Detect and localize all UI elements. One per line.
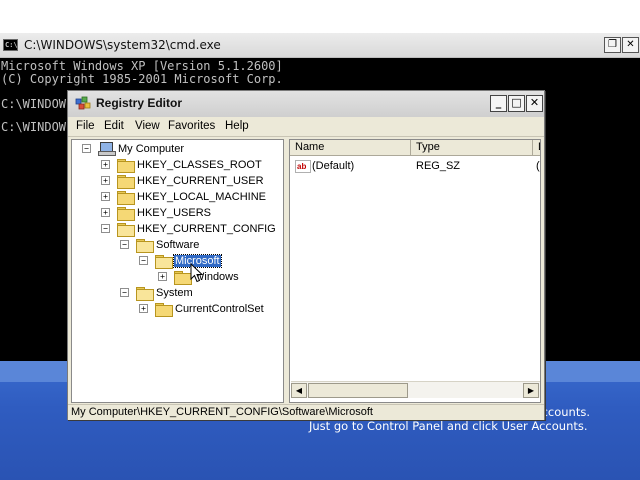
tree-node-label: HKEY_CURRENT_USER [137,174,264,187]
open-folder-icon [117,222,135,237]
value-name: (Default) [312,160,355,172]
folder-icon [117,158,135,173]
tree-node-hkey-current-config[interactable]: − HKEY_CURRENT_CONFIG [101,221,277,237]
menu-help[interactable]: Help [225,120,249,132]
column-header-data[interactable]: D [533,140,540,156]
open-folder-icon [136,286,154,301]
cmd-restore-button[interactable]: ❐ [604,37,621,53]
tree-node-system[interactable]: − System [120,285,194,301]
tree-node-label: HKEY_LOCAL_MACHINE [137,190,266,203]
maximize-button[interactable]: □ [508,95,525,112]
console-prompt: C:\WINDOW [1,120,67,134]
regedit-titlebar[interactable]: Registry Editor _ □ ✕ [68,91,544,117]
collapse-toggle[interactable]: − [120,240,129,249]
tree-node-label: HKEY_CURRENT_CONFIG [137,222,276,235]
cmd-window-title: C:\WINDOWS\system32\cmd.exe [24,38,221,52]
registry-icon [75,96,91,110]
menu-view[interactable]: View [135,120,160,132]
menu-file[interactable]: File [76,120,95,132]
tree-node-currentcontrolset[interactable]: + CurrentControlSet [139,301,265,317]
values-list[interactable]: Name Type D ab (Default) REG_SZ ( ◀ ▶ [289,139,541,403]
folder-icon [155,302,173,317]
tree-node-label: My Computer [118,142,185,155]
expand-toggle[interactable]: + [101,176,110,185]
regedit-window-title: Registry Editor [96,96,183,110]
registry-editor-window[interactable]: Registry Editor _ □ ✕ File Edit View Fav… [67,90,545,420]
tree-node-label: HKEY_CLASSES_ROOT [137,158,262,171]
menu-edit[interactable]: Edit [104,120,124,132]
tree-node-label: HKEY_USERS [137,206,211,219]
tree-node-my-computer[interactable]: − My Computer [82,141,185,156]
cmd-close-button[interactable]: ✕ [622,37,639,53]
cmd-titlebar[interactable]: C:\ C:\WINDOWS\system32\cmd.exe ❐ ✕ [0,33,640,58]
folder-icon [117,190,135,205]
computer-icon [98,142,116,156]
expand-toggle[interactable]: + [101,208,110,217]
column-header-name[interactable]: Name [290,140,411,156]
menu-favorites[interactable]: Favorites [168,120,215,132]
collapse-toggle[interactable]: − [120,288,129,297]
balloon-line-2: Just go to Control Panel and click User … [309,419,588,433]
tree-node-hkey-local-machine[interactable]: + HKEY_LOCAL_MACHINE [101,189,267,205]
tree-node-microsoft[interactable]: − Microsoft [139,253,222,269]
tree-node-label: CurrentControlSet [175,302,264,315]
expand-toggle[interactable]: + [101,160,110,169]
horizontal-scrollbar[interactable]: ◀ ▶ [291,381,540,398]
registry-tree[interactable]: − My Computer + HKEY_CLASSES_ROOT + HKEY… [71,139,284,403]
menubar: File Edit View Favorites Help [68,117,544,137]
folder-icon [174,270,192,285]
collapse-toggle[interactable]: − [82,144,91,153]
tree-node-hkey-users[interactable]: + HKEY_USERS [101,205,212,221]
folder-icon [117,174,135,189]
tree-node-label: System [156,286,193,299]
collapse-toggle[interactable]: − [139,256,148,265]
console-prompt: C:\WINDOW [1,97,67,111]
folder-icon [117,206,135,221]
console-line: (C) Copyright 1985-2001 Microsoft Corp. [1,72,283,86]
tree-node-software[interactable]: − Software [120,237,200,253]
value-data: ( [536,160,540,172]
scroll-left-button[interactable]: ◀ [291,383,307,398]
collapse-toggle[interactable]: − [101,224,110,233]
scroll-thumb[interactable] [308,383,408,398]
minimize-button[interactable]: _ [490,95,507,112]
close-button[interactable]: ✕ [526,95,543,112]
expand-toggle[interactable]: + [101,192,110,201]
scroll-right-button[interactable]: ▶ [523,383,539,398]
cmd-icon: C:\ [3,39,18,51]
value-type: REG_SZ [416,160,461,172]
mouse-pointer-icon [190,263,204,283]
open-folder-icon [155,254,173,269]
tree-node-hkey-classes-root[interactable]: + HKEY_CLASSES_ROOT [101,157,263,173]
expand-toggle[interactable]: + [158,272,167,281]
status-bar: My Computer\HKEY_CURRENT_CONFIG\Software… [68,404,544,420]
expand-toggle[interactable]: + [139,304,148,313]
value-row[interactable]: ab (Default) REG_SZ ( [290,159,540,174]
open-folder-icon [136,238,154,253]
column-header-type[interactable]: Type [411,140,533,156]
background-top [0,0,640,33]
string-value-icon: ab [295,160,311,173]
tree-node-hkey-current-user[interactable]: + HKEY_CURRENT_USER [101,173,265,189]
tree-node-label: Software [156,238,200,251]
